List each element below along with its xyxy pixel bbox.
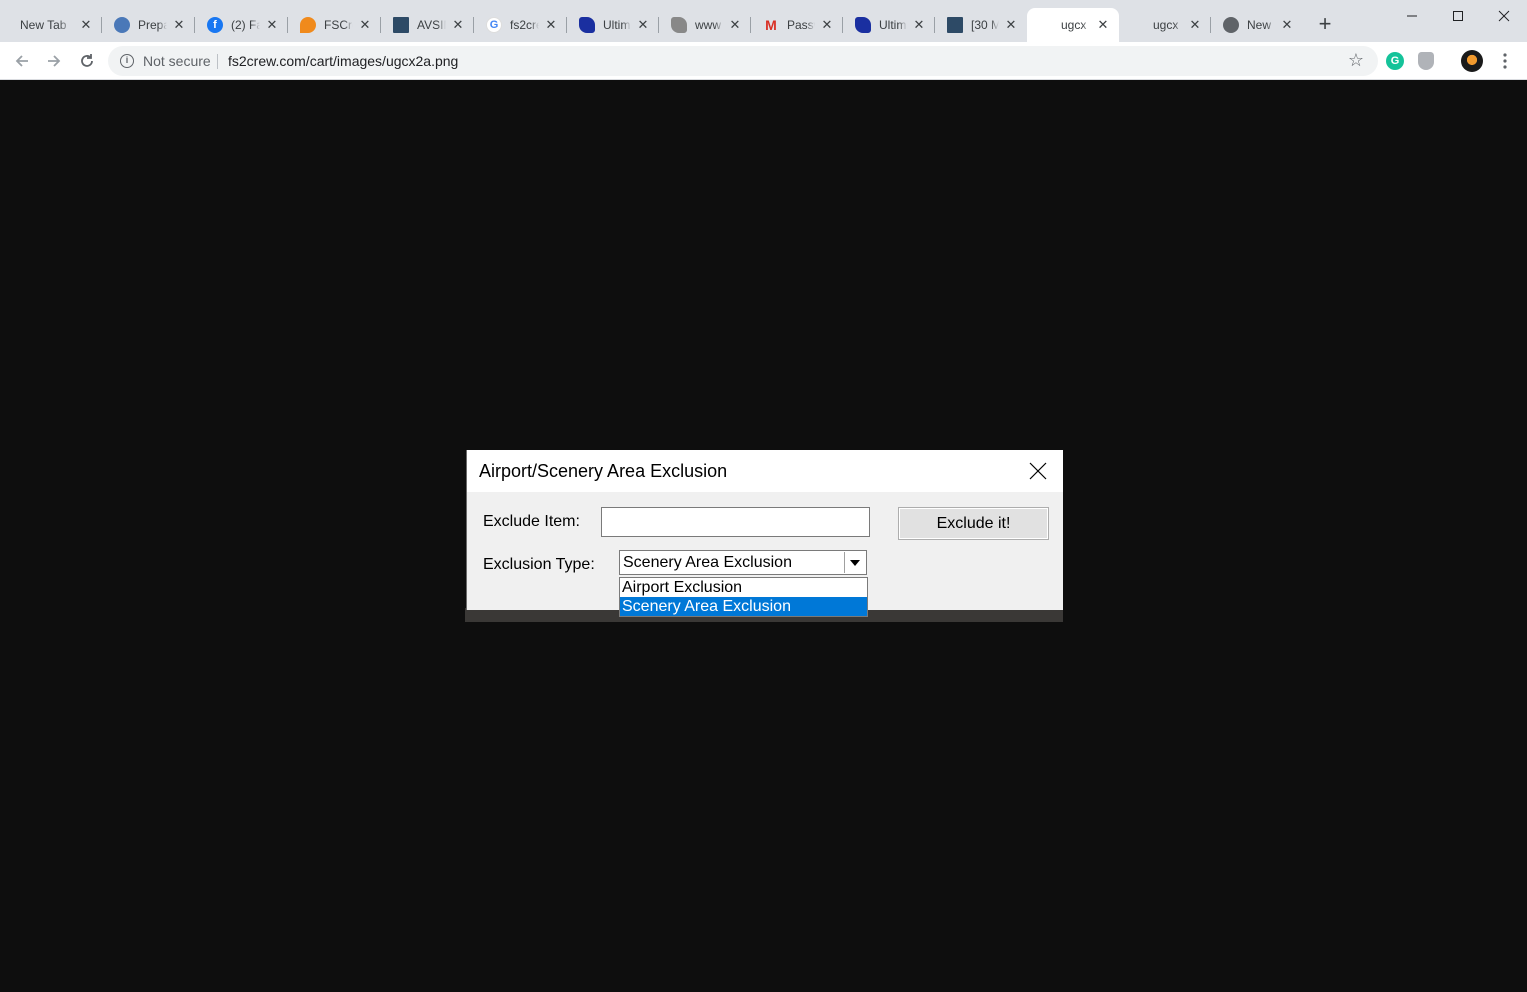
tab-label: Prepare (138, 18, 167, 32)
minimize-button[interactable] (1389, 4, 1435, 28)
grammarly-icon[interactable]: G (1386, 52, 1404, 70)
close-icon[interactable]: ✕ (450, 17, 466, 33)
menu-button[interactable] (1493, 49, 1517, 73)
tab-ultimate-1[interactable]: Ultimate ✕ (567, 8, 659, 42)
shield-icon[interactable] (1418, 52, 1434, 70)
new-tab-button[interactable]: + (1313, 13, 1337, 37)
tab-30m[interactable]: [30 M ✕ (935, 8, 1027, 42)
tab-label: ugcx (1153, 18, 1179, 32)
info-icon[interactable]: i (120, 54, 134, 68)
option-scenery-area-exclusion[interactable]: Scenery Area Exclusion (620, 597, 867, 616)
dialog-titlebar: Airport/Scenery Area Exclusion (467, 450, 1063, 492)
tab-facebook[interactable]: f (2) Facebook ✕ (195, 8, 288, 42)
exclusion-type-select[interactable]: Scenery Area Exclusion (619, 550, 867, 575)
avsim-icon (393, 17, 409, 33)
tab-www[interactable]: www ✕ (659, 8, 751, 42)
address-bar[interactable]: i Not secure fs2crew.com/cart/images/ugc… (108, 46, 1378, 76)
tab-label: Password (787, 18, 815, 32)
tab-ugcx-active[interactable]: ugcx ✕ (1027, 8, 1119, 42)
exclude-item-label: Exclude Item: (483, 513, 580, 530)
tab-label: Ultimate (603, 18, 631, 32)
window-close-button[interactable] (1481, 4, 1527, 28)
exclude-it-button[interactable]: Exclude it! (898, 507, 1049, 540)
tab-label: FSCrew (324, 18, 353, 32)
reload-icon (81, 54, 93, 67)
tab-label: www (695, 18, 721, 32)
tab-label: New (1247, 18, 1272, 32)
plus-icon: + (1318, 11, 1332, 36)
google-icon: G (486, 17, 502, 33)
more-vert-icon (1503, 53, 1507, 69)
exclusion-type-label: Exclusion Type: (483, 556, 595, 573)
forward-button[interactable] (42, 49, 66, 73)
tab-new-tab[interactable]: New Tab ✕ (8, 8, 102, 42)
triangle-down-icon (850, 559, 860, 566)
minimize-icon (1407, 15, 1417, 17)
tab-prepare[interactable]: Prepare ✕ (102, 8, 195, 42)
tab-label: ugcx (1061, 18, 1087, 32)
tab-ultimate-2[interactable]: Ultimate ✕ (843, 8, 935, 42)
avsim-icon (947, 17, 963, 33)
tab-fs2crew-search[interactable]: G fs2crew ✕ (474, 8, 567, 42)
dropdown-button[interactable] (844, 552, 865, 573)
tab-ugcx[interactable]: ugcx ✕ (1119, 8, 1211, 42)
close-icon[interactable]: ✕ (357, 17, 373, 33)
gmail-icon: M (765, 17, 777, 33)
tab-label: [30 M (971, 18, 999, 32)
tab-label: AVSIM (417, 18, 446, 32)
close-icon[interactable]: ✕ (1187, 17, 1203, 33)
back-button[interactable] (10, 49, 34, 73)
close-icon[interactable]: ✕ (1095, 17, 1111, 33)
close-icon[interactable]: ✕ (911, 17, 927, 33)
close-icon[interactable]: ✕ (1279, 17, 1295, 33)
exclusion-dialog: Airport/Scenery Area Exclusion Exclude I… (466, 450, 1063, 617)
arrow-right-icon (48, 55, 61, 67)
tab-fscrew[interactable]: FSCrew ✕ (288, 8, 381, 42)
reload-button[interactable] (75, 49, 99, 73)
fscrew-icon (300, 17, 316, 33)
url-text[interactable]: fs2crew.com/cart/images/ugcx2a.png (228, 53, 458, 69)
close-icon[interactable]: ✕ (727, 17, 743, 33)
tab-strip: New Tab ✕ Prepare ✕ f (2) Facebook ✕ FSC… (0, 0, 1527, 42)
close-icon[interactable]: ✕ (635, 17, 651, 33)
ultimate-icon (855, 17, 871, 33)
close-icon[interactable]: ✕ (543, 17, 559, 33)
tab-label: (2) Facebook (231, 18, 260, 32)
avatar[interactable] (1461, 50, 1483, 72)
ultimate-icon (579, 17, 595, 33)
close-icon[interactable]: ✕ (819, 17, 835, 33)
tab-avsim[interactable]: AVSIM ✕ (381, 8, 474, 42)
tab-new[interactable]: New ✕ (1211, 8, 1303, 42)
tab-label: Ultimate (879, 18, 907, 32)
tab-label: fs2crew (510, 18, 539, 32)
close-icon[interactable] (1027, 460, 1049, 482)
exclusion-type-value: Scenery Area Exclusion (623, 554, 792, 571)
security-indicator[interactable]: Not secure (143, 53, 211, 69)
maximize-button[interactable] (1435, 4, 1481, 28)
star-icon[interactable]: ☆ (1348, 50, 1364, 71)
browser-toolbar: i Not secure fs2crew.com/cart/images/ugc… (0, 42, 1527, 80)
close-icon (1498, 10, 1510, 22)
globe-icon (114, 17, 130, 33)
close-icon[interactable]: ✕ (264, 17, 280, 33)
close-icon[interactable]: ✕ (78, 17, 94, 33)
maximize-icon (1453, 11, 1463, 21)
dialog-title: Airport/Scenery Area Exclusion (479, 461, 728, 481)
globe-icon (1223, 17, 1239, 33)
ultimate-icon (671, 17, 687, 33)
exclude-item-input[interactable] (601, 507, 870, 537)
exclusion-type-options: Airport Exclusion Scenery Area Exclusion (619, 577, 868, 617)
facebook-icon: f (207, 17, 223, 33)
option-airport-exclusion[interactable]: Airport Exclusion (620, 578, 867, 597)
close-icon[interactable]: ✕ (171, 17, 187, 33)
tab-password[interactable]: M Password ✕ (751, 8, 843, 42)
arrow-left-icon (15, 55, 28, 67)
close-icon[interactable]: ✕ (1003, 17, 1019, 33)
tab-label: New Tab (20, 18, 67, 32)
url-separator (217, 54, 218, 69)
